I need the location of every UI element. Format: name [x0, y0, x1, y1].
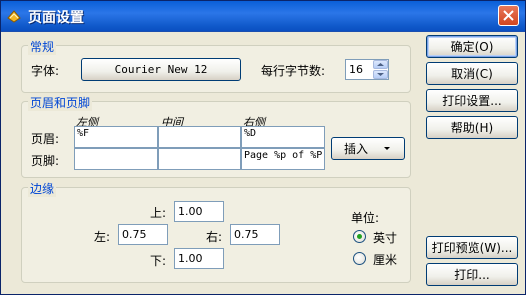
unit-inch-radio[interactable] — [353, 230, 366, 243]
top-margin-value: 1.00 — [178, 205, 203, 218]
left-margin-field[interactable]: 0.75 — [118, 224, 168, 245]
insert-button[interactable]: 插入 — [331, 137, 405, 160]
spinner-down-button[interactable] — [373, 70, 388, 79]
general-group-title: 常规 — [28, 38, 57, 55]
page-setup-dialog: 页面设置 常规 字体: Courier New 12 每行字节数: 16 页眉和… — [0, 0, 526, 295]
header-center-field[interactable] — [158, 126, 241, 148]
right-margin-value: 0.75 — [234, 228, 259, 241]
header-left-field[interactable]: %F — [74, 126, 158, 148]
insert-button-label: 插入 — [343, 142, 368, 156]
unit-cm-radio[interactable] — [353, 252, 366, 265]
app-icon — [7, 10, 21, 23]
footer-row-label: 页脚: — [31, 154, 60, 168]
top-margin-label: 上: — [150, 206, 167, 220]
font-label: 字体: — [31, 64, 60, 78]
top-margin-field[interactable]: 1.00 — [174, 201, 224, 222]
spinner-down-icon — [377, 73, 384, 76]
print-button[interactable]: 打印... — [426, 263, 518, 286]
bytes-per-line-value: 16 — [349, 63, 363, 76]
font-button[interactable]: Courier New 12 — [81, 58, 241, 81]
print-preview-button[interactable]: 打印预览(W)... — [426, 236, 518, 259]
header-footer-group-title: 页眉和页脚 — [28, 94, 93, 111]
print-setup-button[interactable]: 打印设置... — [426, 89, 518, 112]
right-margin-field[interactable]: 0.75 — [230, 224, 280, 245]
dropdown-arrow-icon — [384, 146, 390, 150]
font-button-label: Courier New 12 — [114, 63, 208, 76]
bottom-margin-label: 下: — [150, 254, 167, 268]
window-title: 页面设置 — [28, 10, 84, 26]
ok-button[interactable]: 确定(O) — [426, 35, 518, 58]
bytes-per-line-label: 每行字节数: — [261, 64, 326, 78]
unit-cm-label[interactable]: 厘米 — [373, 251, 397, 268]
spinner-up-button[interactable] — [373, 60, 388, 69]
bottom-margin-field[interactable]: 1.00 — [174, 248, 224, 269]
left-margin-label: 左: — [94, 230, 111, 244]
cancel-button[interactable]: 取消(C) — [426, 62, 518, 85]
footer-center-field[interactable] — [158, 148, 241, 170]
title-bar[interactable]: 页面设置 — [1, 1, 525, 32]
unit-inch-label[interactable]: 英寸 — [373, 229, 397, 246]
close-icon — [503, 10, 514, 21]
header-row-label: 页眉: — [31, 132, 60, 146]
footer-right-field[interactable]: Page %p of %P — [241, 148, 325, 170]
footer-left-field[interactable] — [74, 148, 158, 170]
help-button[interactable]: 帮助(H) — [426, 116, 518, 139]
header-right-field[interactable]: %D — [241, 126, 325, 148]
left-margin-value: 0.75 — [122, 228, 147, 241]
bottom-margin-value: 1.00 — [178, 252, 203, 265]
units-label: 单位: — [351, 211, 380, 225]
close-button[interactable] — [498, 5, 519, 26]
radio-selected-dot — [357, 234, 362, 239]
bytes-per-line-spinner[interactable] — [373, 60, 388, 79]
margins-group-title: 边缘 — [28, 180, 57, 197]
spinner-up-icon — [377, 63, 384, 66]
right-margin-label: 右: — [206, 230, 223, 244]
